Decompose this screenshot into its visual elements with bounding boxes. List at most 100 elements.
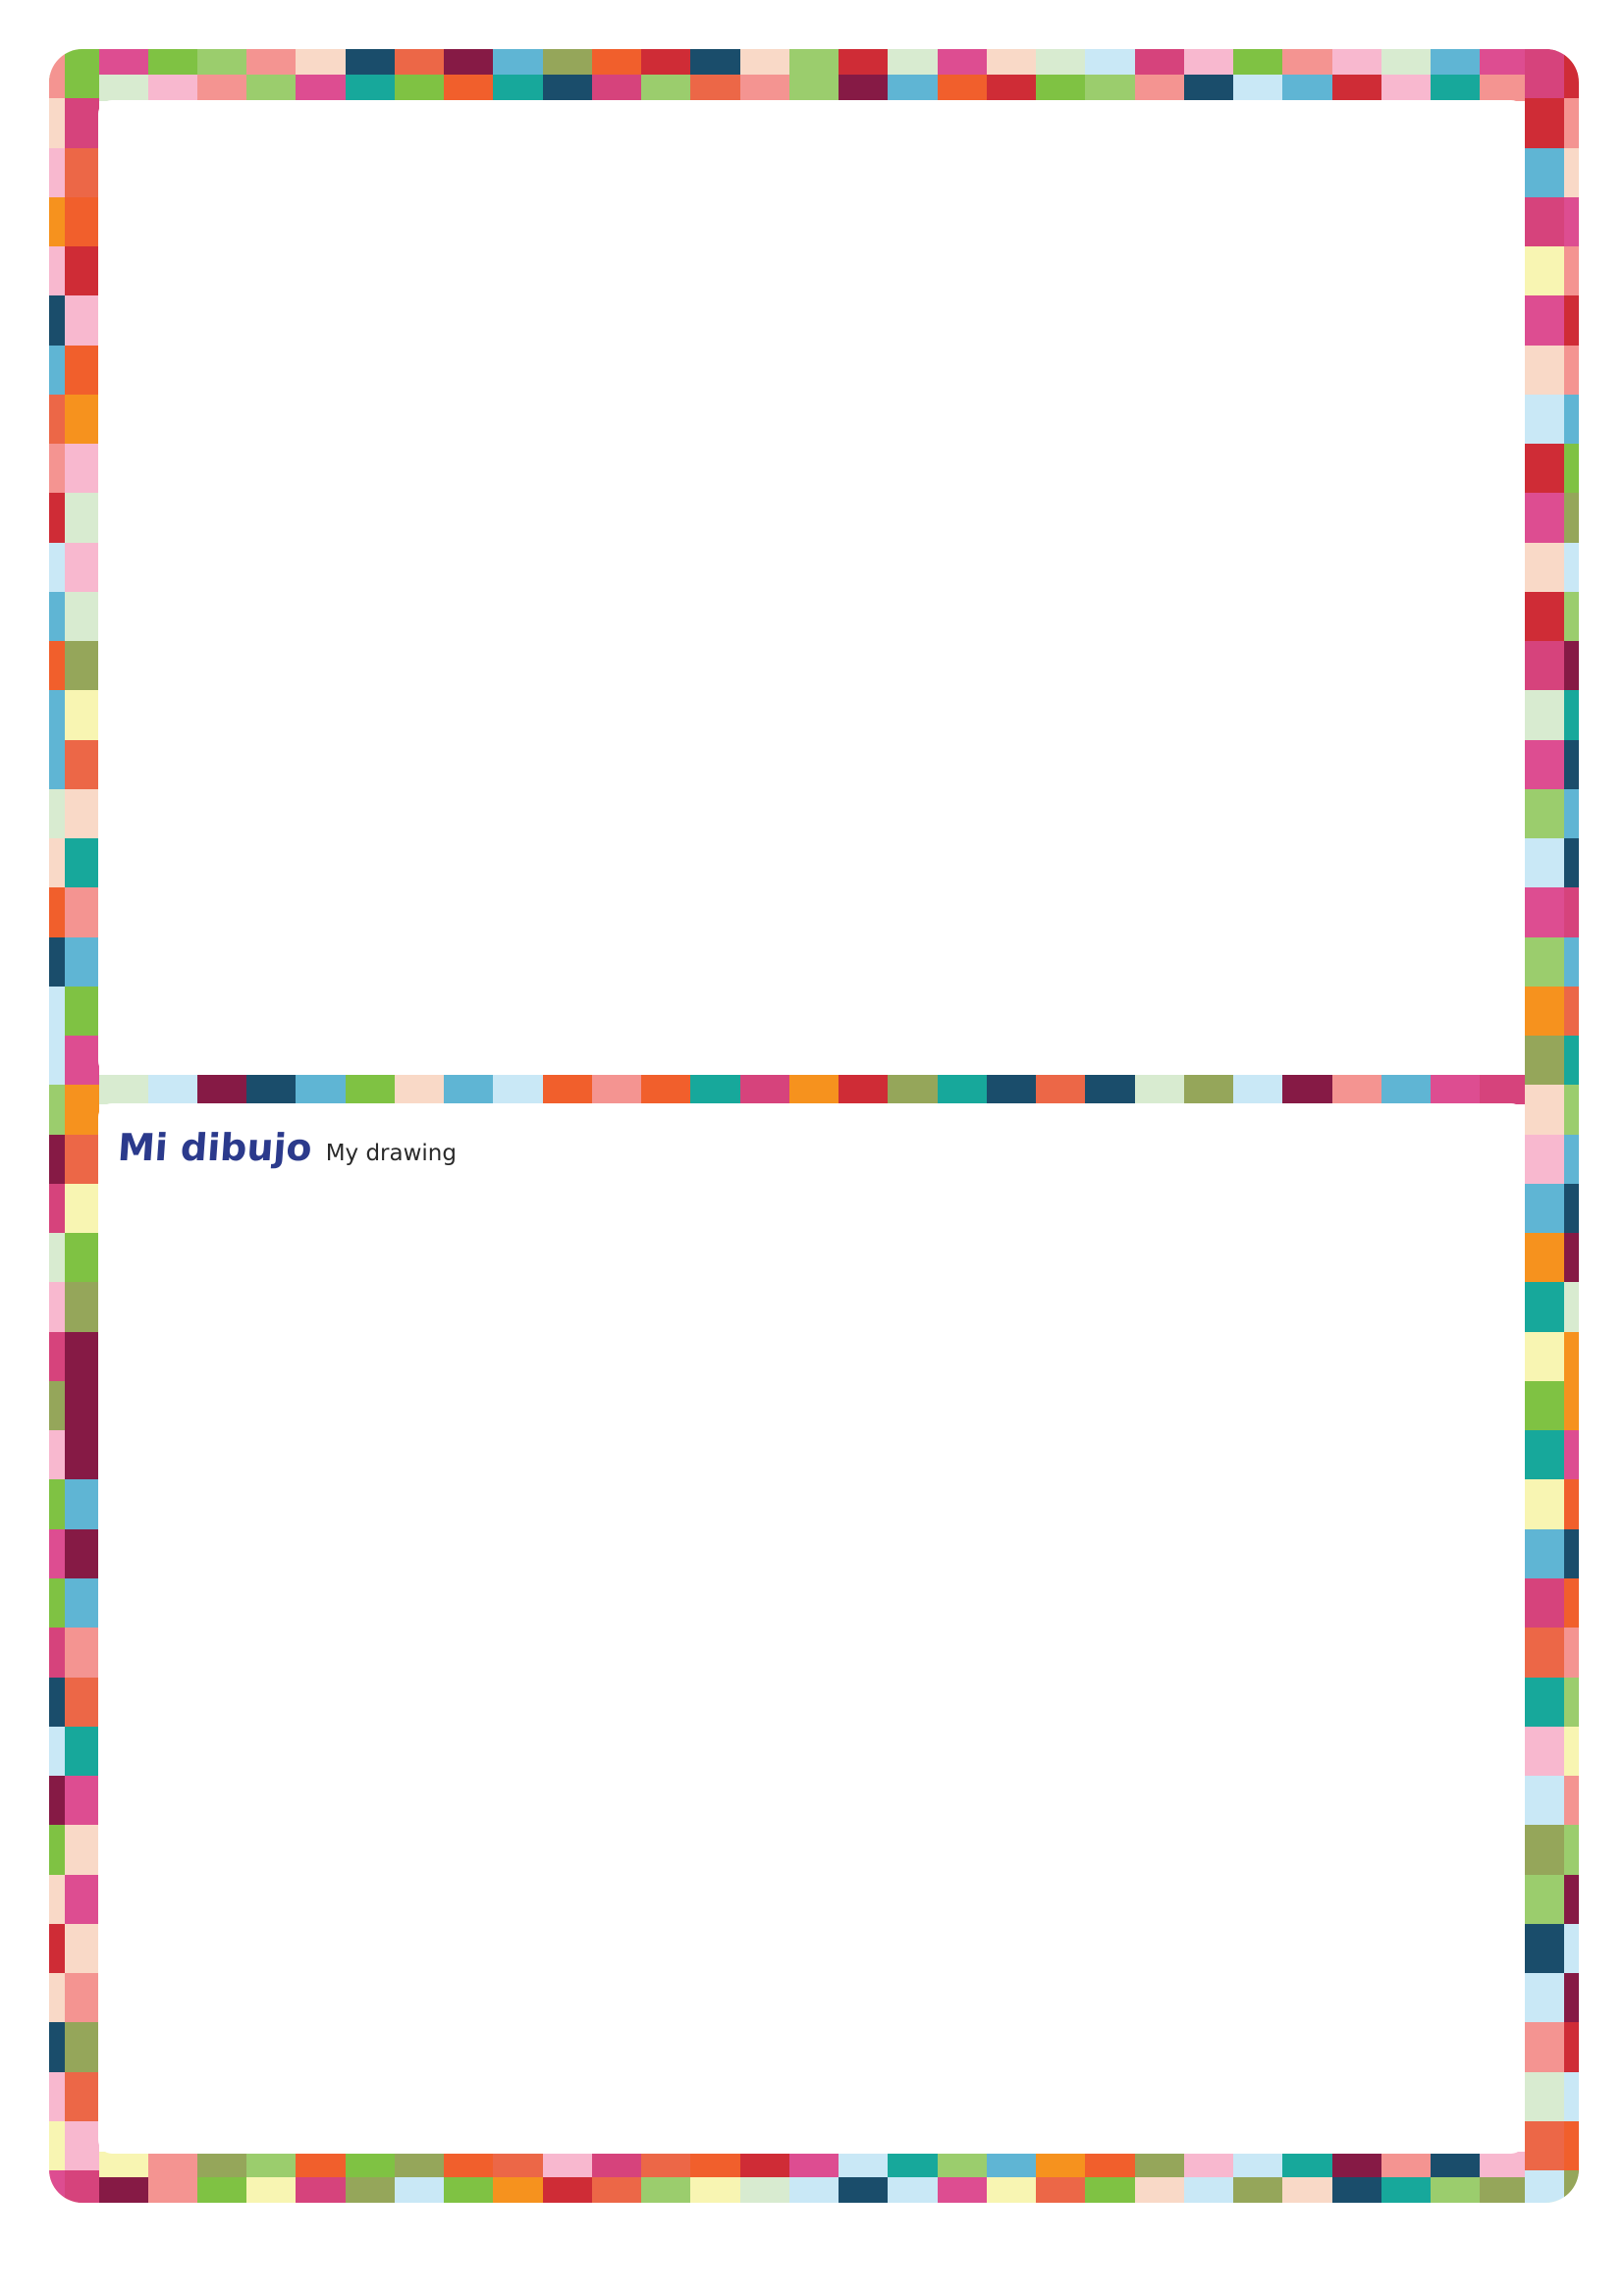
border-tile (1564, 2120, 1579, 2172)
border-tile (444, 2152, 496, 2178)
border-tile (1564, 49, 1579, 100)
border-tile (296, 2177, 348, 2203)
border-tile (1331, 75, 1383, 101)
border-tile (1036, 2177, 1088, 2203)
border-tile (444, 2177, 496, 2203)
border-tile (1331, 1075, 1383, 1104)
border-tile (49, 986, 66, 1038)
border-tile (1085, 75, 1137, 101)
border-tile (65, 345, 99, 397)
border-tile (690, 75, 742, 101)
border-tile (986, 2177, 1038, 2203)
border-tile (65, 1479, 99, 1531)
border-tile (1564, 246, 1579, 298)
border-tile (888, 75, 940, 101)
border-tile (1564, 1578, 1579, 1629)
border-tile (1525, 1874, 1565, 1926)
border-tile (296, 2152, 348, 2178)
border-tile (1525, 591, 1565, 643)
border-tile (1525, 936, 1565, 988)
border-tile (49, 1331, 66, 1383)
border-tile (65, 887, 99, 939)
border-tile (1233, 2152, 1285, 2178)
border-tile (394, 75, 446, 101)
border-tile (65, 1233, 99, 1285)
border-tile (1525, 887, 1565, 939)
border-tile (49, 1973, 66, 2025)
border-tile (839, 49, 891, 76)
border-tile (591, 1075, 643, 1104)
border-tile (1282, 2152, 1334, 2178)
border-tile (49, 1479, 66, 1531)
border-tile (65, 1380, 99, 1432)
border-tile (1564, 1677, 1579, 1729)
border-tile (394, 49, 446, 76)
border-tile (49, 1528, 66, 1580)
border-tile (1134, 49, 1186, 76)
border-tile (49, 1776, 66, 1828)
border-tile (394, 2152, 446, 2178)
border-tile (1564, 196, 1579, 248)
border-tile (937, 2152, 989, 2178)
border-tile (1525, 2022, 1565, 2074)
border-tile (1525, 1578, 1565, 1629)
border-tile (1564, 1036, 1579, 1088)
border-tile (394, 2177, 446, 2203)
border-tile (1431, 2177, 1483, 2203)
drawing-area-bottom[interactable] (98, 1103, 1525, 2154)
border-tile (1233, 49, 1285, 76)
border-tile (591, 2177, 643, 2203)
border-tile (1564, 1331, 1579, 1383)
border-tile (246, 75, 298, 101)
border-tile (1525, 1233, 1565, 1285)
border-tile (1564, 1430, 1579, 1482)
border-tile (888, 2152, 940, 2178)
border-tile (65, 1085, 99, 1137)
border-tile (65, 246, 99, 298)
border-tile (65, 739, 99, 791)
border-tile (1431, 49, 1483, 76)
border-tile (1564, 690, 1579, 742)
drawing-area-top[interactable] (98, 100, 1525, 1075)
border-tile (1233, 2177, 1285, 2203)
border-tile (444, 1075, 496, 1104)
border-tile (641, 2152, 693, 2178)
border-tile (1564, 739, 1579, 791)
border-tile (641, 75, 693, 101)
border-tile (1525, 1825, 1565, 1877)
border-tile (1480, 2152, 1532, 2178)
border-tile (493, 2177, 545, 2203)
border-tile (1525, 246, 1565, 298)
border-tile (1183, 2152, 1235, 2178)
border-tile (65, 1677, 99, 1729)
border-tile (65, 986, 99, 1038)
border-tile (1282, 1075, 1334, 1104)
border-tile (65, 1134, 99, 1186)
border-tile (65, 444, 99, 496)
border-tile (196, 2152, 248, 2178)
border-tile (196, 2177, 248, 2203)
border-tile (739, 2177, 791, 2203)
border-tile (65, 690, 99, 742)
border-tile (49, 1677, 66, 1729)
border-tile (1564, 394, 1579, 446)
border-tile (49, 1726, 66, 1778)
border-tile (444, 49, 496, 76)
border-tile (839, 2152, 891, 2178)
title-english: My drawing (325, 1141, 457, 1166)
border-tile (49, 1628, 66, 1680)
border-tile (1380, 75, 1433, 101)
border-tile (65, 788, 99, 840)
drawing-heading: Mi dibujo My drawing (116, 1126, 457, 1169)
border-tile (345, 49, 397, 76)
border-tile (1525, 98, 1565, 150)
border-tile (1564, 295, 1579, 347)
border-tile (739, 49, 791, 76)
border-tile (49, 936, 66, 988)
border-tile (65, 1282, 99, 1334)
border-tile (1085, 1075, 1137, 1104)
border-tile (690, 49, 742, 76)
border-tile (65, 147, 99, 199)
border-tile (49, 591, 66, 643)
border-tile (49, 1923, 66, 1975)
